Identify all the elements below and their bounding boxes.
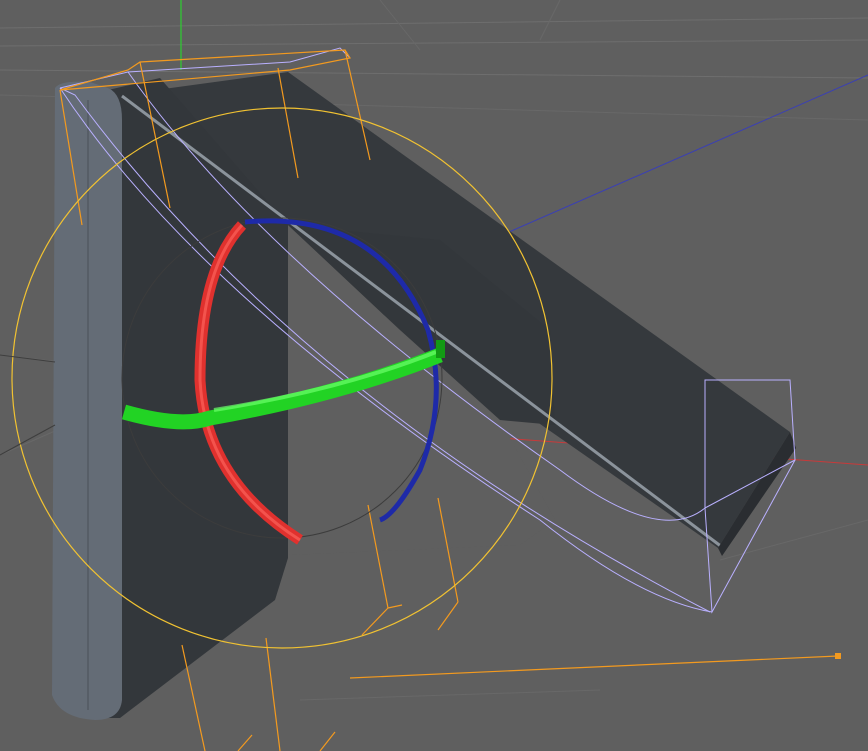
plate-side-edge xyxy=(52,81,122,721)
mesh-object[interactable] xyxy=(52,72,796,721)
gizmo-ring-y-end xyxy=(436,340,445,358)
viewport-canvas[interactable] xyxy=(0,0,868,751)
3d-viewport[interactable] xyxy=(0,0,868,751)
light-handle-icon[interactable] xyxy=(835,653,841,659)
